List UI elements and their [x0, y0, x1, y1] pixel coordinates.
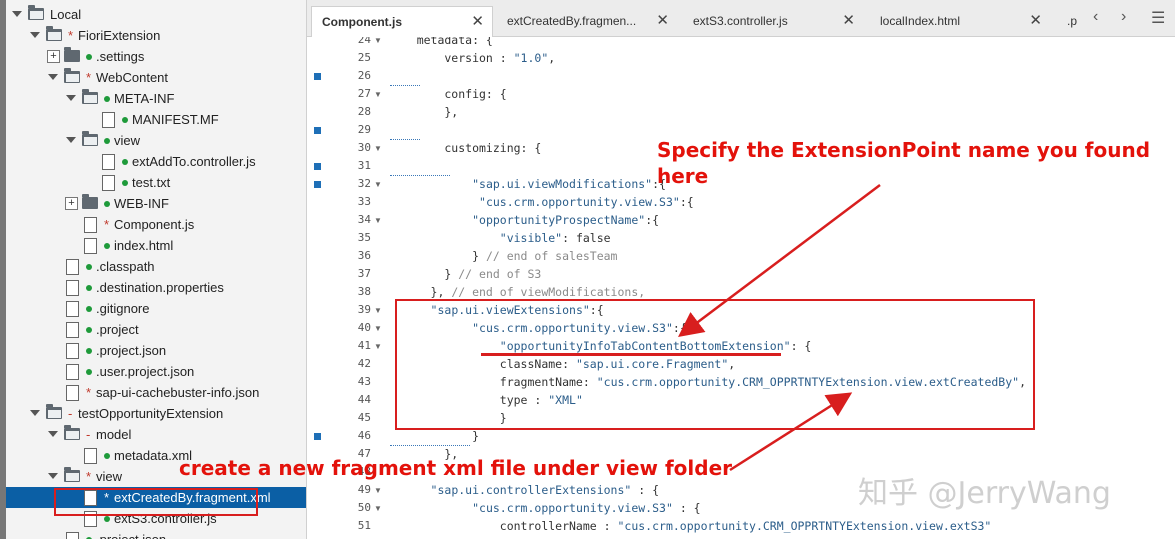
arrow-to-fragment-name [729, 392, 853, 472]
arrow-to-extension-point [678, 184, 881, 338]
annotation-arrows [678, 184, 881, 472]
